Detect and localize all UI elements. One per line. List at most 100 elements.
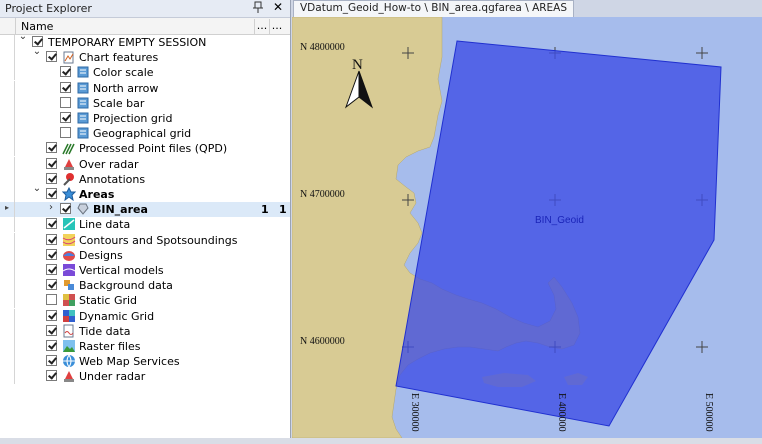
tree-row[interactable]: Static Grid — [0, 293, 290, 309]
tree-row[interactable]: Projection grid — [0, 111, 290, 126]
dynamic-grid-icon — [62, 309, 76, 323]
layer-checkbox[interactable] — [46, 355, 57, 367]
area-item-icon — [76, 202, 90, 216]
column-header-c2[interactable]: ... — [269, 19, 284, 34]
layer-checkbox[interactable] — [46, 157, 57, 169]
row-gutter — [0, 95, 15, 111]
tree-row[interactable]: ⌄ Areas — [0, 183, 290, 202]
tree-row[interactable]: Contours and Spotsoundings — [0, 232, 290, 248]
tree-item-label: TEMPORARY EMPTY SESSION — [48, 36, 207, 49]
northing-label-4600000: N 4600000 — [300, 336, 345, 347]
explorer-title: Project Explorer — [5, 2, 92, 15]
row-pointer-icon: ▸ — [5, 203, 10, 213]
tree-item-label: Projection grid — [93, 112, 173, 125]
tree-row[interactable]: Line data — [0, 217, 290, 233]
tree-row[interactable]: Raster files — [0, 339, 290, 354]
tree-item-label: Web Map Services — [79, 355, 180, 369]
tree-row[interactable]: Vertical models — [0, 263, 290, 278]
easting-label-300000: E 300000 — [409, 393, 420, 432]
pin-icon[interactable] — [252, 0, 264, 17]
row-gutter — [0, 232, 15, 248]
column-header: Name ... ... — [0, 18, 290, 35]
close-icon[interactable]: ✕ — [273, 0, 283, 14]
layer-checkbox[interactable] — [46, 233, 57, 245]
map-canvas[interactable]: BIN_Geoid N 4800000 N 4700000 N 4600000 … — [292, 17, 762, 438]
tree-row[interactable]: ⌄ TEMPORARY EMPTY SESSION — [0, 31, 290, 50]
tree-row[interactable]: Geographical grid — [0, 126, 290, 142]
radar-icon — [62, 369, 76, 383]
row-gutter — [0, 263, 15, 278]
tree-item-label: Static Grid — [79, 294, 138, 308]
tree-row[interactable]: Under radar — [0, 369, 290, 385]
row-gutter — [0, 293, 15, 309]
area-label: BIN_Geoid — [535, 215, 584, 226]
layer-checkbox[interactable] — [46, 51, 57, 63]
tree-row[interactable]: ▸ › BIN_area 1 1 — [0, 202, 290, 218]
row-gutter — [0, 308, 15, 324]
row-gutter — [0, 65, 15, 81]
tree-item-label: Background data — [79, 279, 173, 293]
column-header-checkbox-col — [1, 18, 16, 34]
layer-checkbox[interactable] — [60, 81, 71, 93]
tree-row[interactable]: Dynamic Grid — [0, 308, 290, 324]
tab-bin-area[interactable]: VDatum_Geoid_How-to \ BIN_area.qgfarea \… — [293, 0, 575, 17]
row-gutter — [0, 369, 15, 385]
tree-row[interactable]: Over radar — [0, 156, 290, 172]
layer-checkbox[interactable] — [46, 324, 57, 336]
layer-checkbox[interactable] — [46, 370, 57, 382]
project-explorer-panel: Project Explorer ✕ Name ... ... ⌄ TEMPORA… — [0, 0, 291, 438]
row-gutter — [0, 35, 15, 50]
row-gutter — [0, 339, 15, 354]
layer-checkbox[interactable] — [60, 66, 71, 78]
designs-icon — [62, 248, 76, 262]
northing-label-4800000: N 4800000 — [300, 42, 345, 53]
layer-checkbox[interactable] — [46, 142, 57, 154]
row-gutter — [0, 187, 15, 202]
layer-checkbox[interactable] — [46, 309, 57, 321]
row-gutter — [0, 217, 15, 233]
column-header-c1[interactable]: ... — [254, 19, 269, 34]
layer-checkbox[interactable] — [60, 127, 71, 139]
row-gutter — [0, 111, 15, 126]
layer-checkbox[interactable] — [46, 188, 57, 199]
tree-item-label: Contours and Spotsoundings — [79, 233, 238, 247]
chevron-down-icon[interactable]: ⌄ — [18, 31, 28, 42]
tree-item-label: Chart features — [79, 51, 159, 65]
tree-row[interactable]: North arrow — [0, 80, 290, 96]
tree-item-label: Scale bar — [93, 96, 145, 110]
layer-icon — [76, 126, 90, 140]
tree-row[interactable]: ⌄ Chart features — [0, 46, 290, 66]
status-bar — [0, 438, 762, 444]
layer-checkbox[interactable] — [60, 203, 71, 215]
tree-row[interactable]: Designs — [0, 247, 290, 263]
chevron-down-icon[interactable]: ⌄ — [32, 46, 42, 57]
tree-row[interactable]: Web Map Services — [0, 354, 290, 370]
tree-row[interactable]: Annotations — [0, 171, 290, 187]
easting-label-400000: E 400000 — [556, 393, 567, 432]
layer-checkbox[interactable] — [60, 96, 71, 108]
row-gutter — [0, 354, 15, 370]
easting-label-500000: E 500000 — [703, 393, 714, 432]
tree-row[interactable]: Scale bar — [0, 95, 290, 111]
tree-item-label: Processed Point files (QPD) — [79, 142, 228, 156]
chevron-down-icon[interactable]: ⌄ — [32, 183, 42, 194]
layer-checkbox[interactable] — [46, 248, 57, 260]
layer-checkbox[interactable] — [46, 218, 57, 230]
explorer-title-bar: Project Explorer ✕ — [0, 0, 290, 18]
layer-checkbox[interactable] — [46, 264, 57, 275]
layer-checkbox[interactable] — [46, 279, 57, 291]
layer-checkbox[interactable] — [60, 112, 71, 123]
map-view[interactable]: BIN_Geoid N 4800000 N 4700000 N 4600000 … — [292, 17, 762, 438]
tree-row[interactable]: Tide data — [0, 323, 290, 339]
layer-icon — [76, 111, 90, 125]
layer-checkbox[interactable] — [46, 172, 57, 184]
tree-row[interactable]: Color scale — [0, 65, 290, 81]
tree-item-label: Vertical models — [79, 264, 164, 277]
tide-icon — [62, 324, 76, 338]
tree-row[interactable]: Processed Point files (QPD) — [0, 141, 290, 157]
layer-checkbox[interactable] — [46, 340, 57, 351]
layer-checkbox[interactable] — [46, 294, 57, 306]
chevron-right-icon[interactable]: › — [46, 202, 56, 213]
tree-item-label: Raster files — [79, 340, 141, 353]
tree-row[interactable]: Background data — [0, 278, 290, 294]
